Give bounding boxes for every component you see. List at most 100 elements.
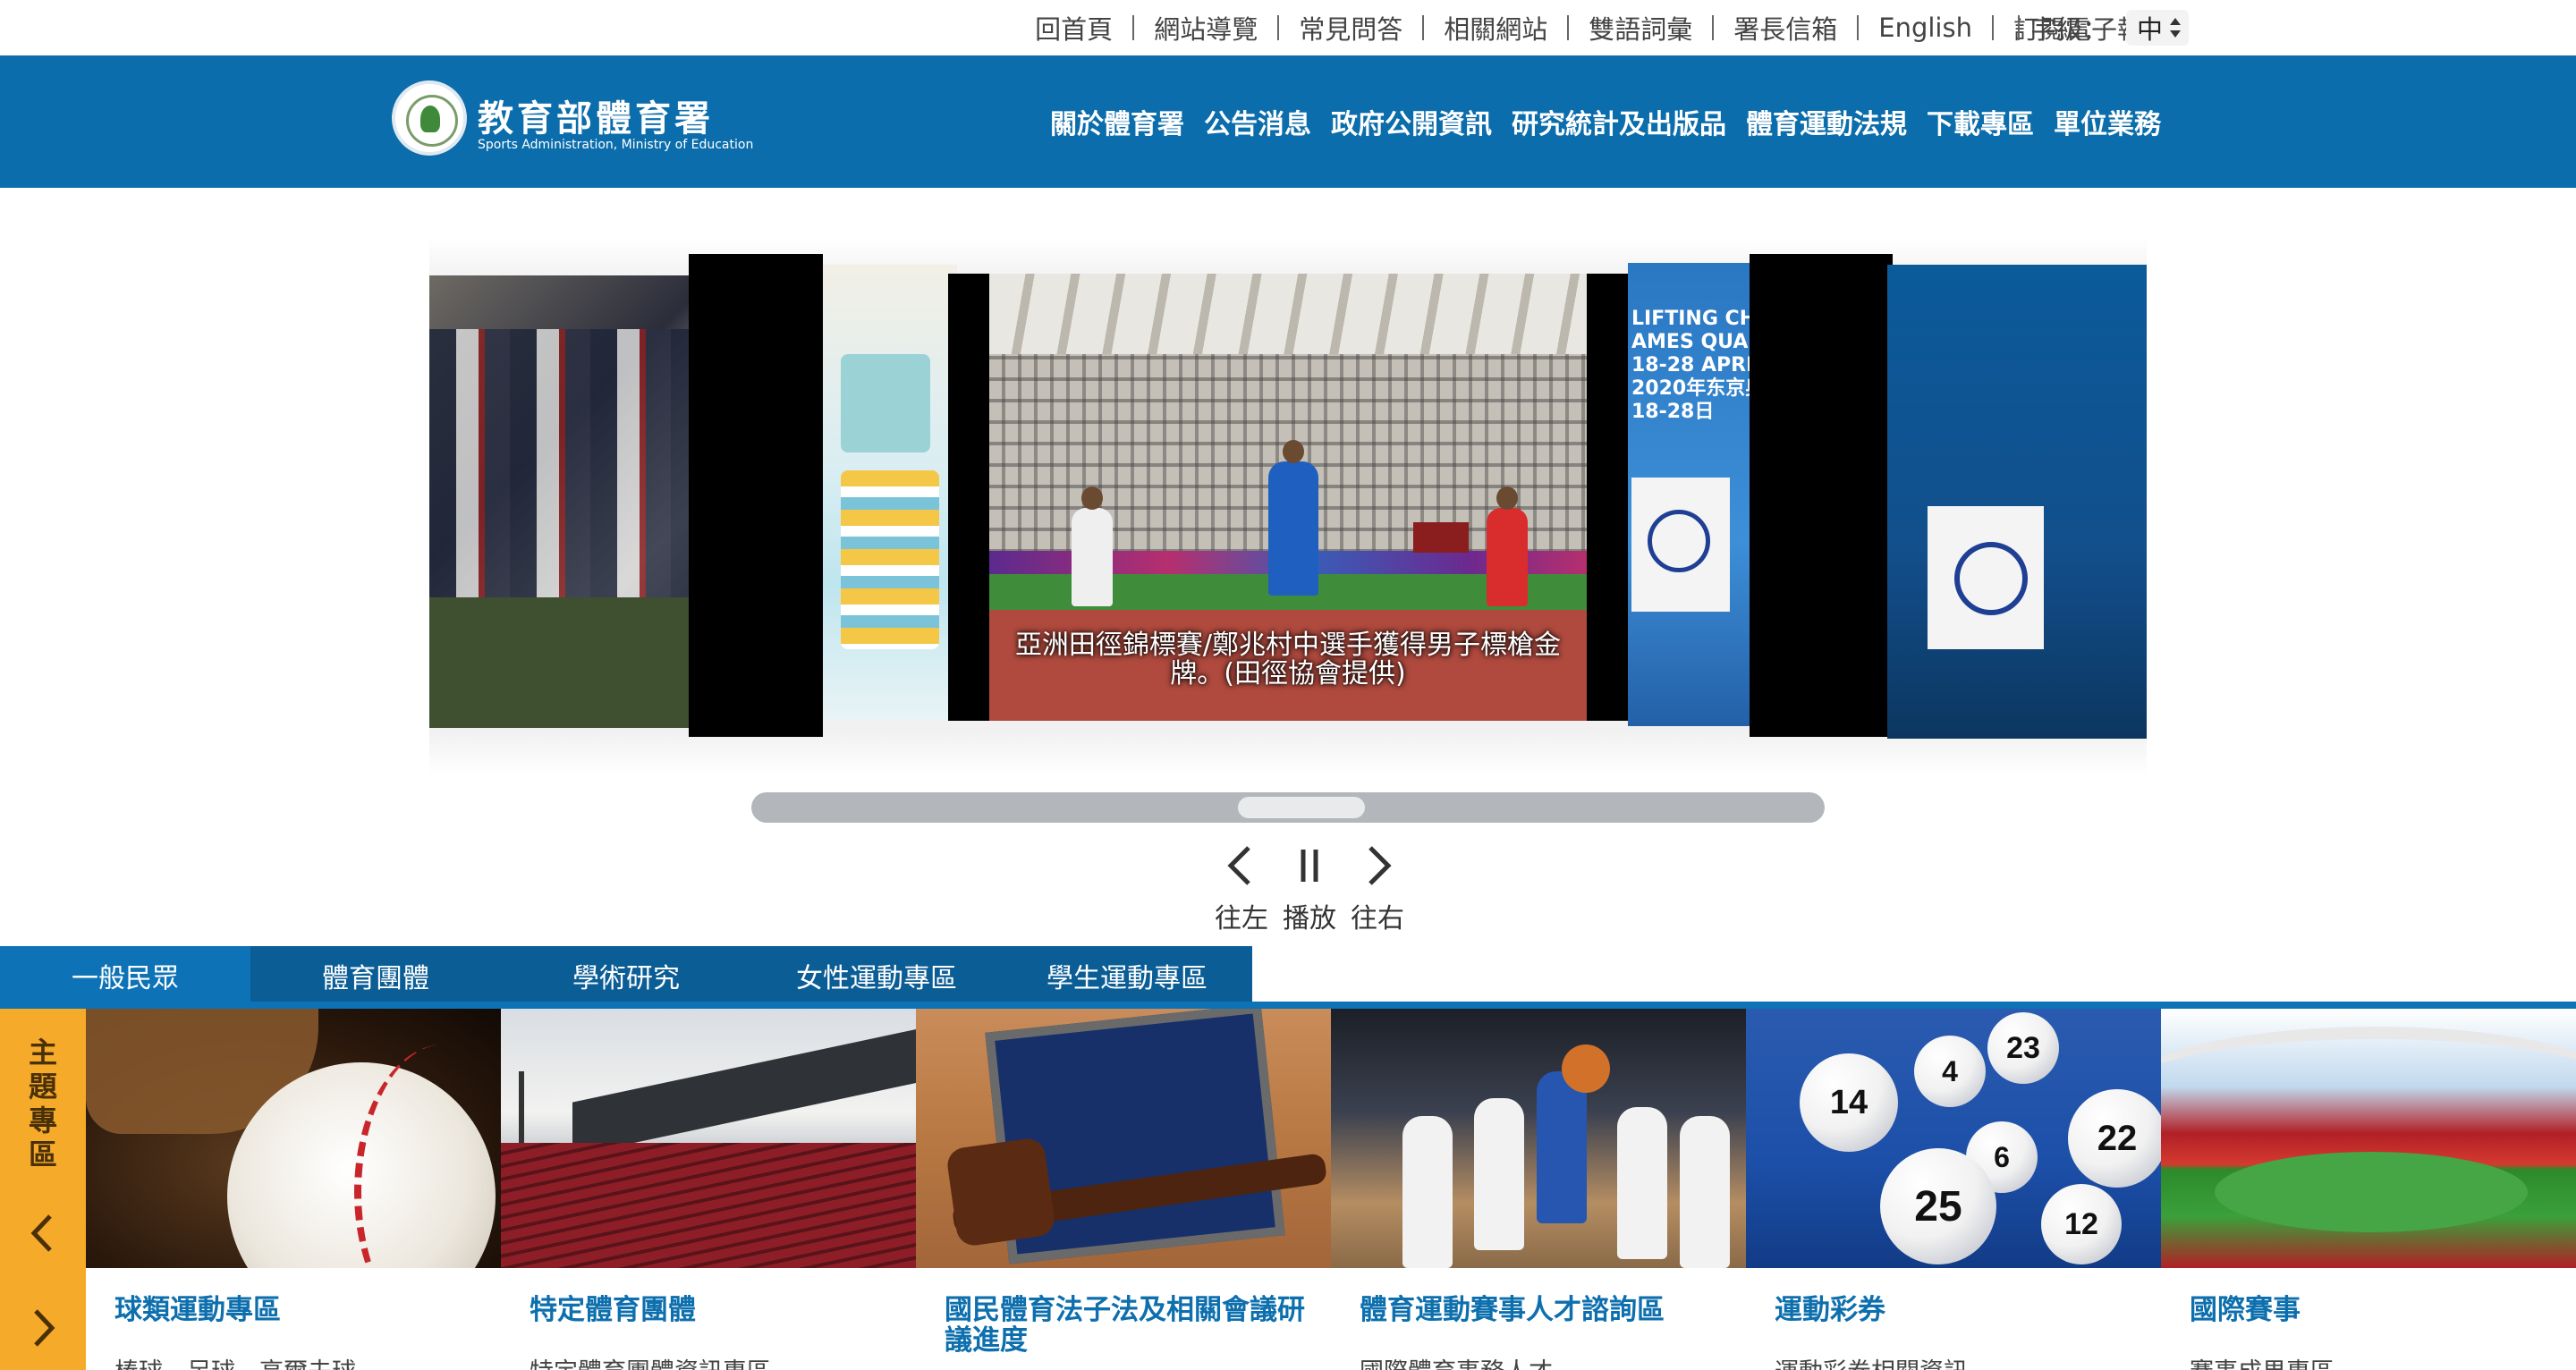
link-related-sites[interactable]: 相關網站	[1424, 9, 1567, 47]
next-button[interactable]: 往右	[1343, 839, 1411, 937]
slide-brochure[interactable]	[823, 265, 957, 721]
slide-dark-panel	[689, 254, 823, 737]
stadium-roof	[989, 274, 1587, 354]
stadium-seats	[501, 1143, 916, 1268]
main-nav: 關於體育署 公告消息 政府公開資訊 研究統計及出版品 體育運動法規 下載專區 單…	[1050, 55, 2181, 188]
topic-title: 體育運動賽事人才諮詢區	[1360, 1294, 1665, 1326]
topics-sidebar: 主題專區	[0, 1009, 86, 1370]
stadium-image	[501, 1009, 916, 1268]
lotto-ball: 25	[1880, 1148, 1996, 1264]
team-photo	[429, 329, 689, 597]
athlete-head	[1496, 486, 1518, 510]
player-shape	[1474, 1098, 1524, 1250]
nav-regulations[interactable]: 體育運動法規	[1746, 102, 1907, 141]
font-size-select[interactable]: 中	[2126, 10, 2190, 46]
athlete-gold	[1268, 461, 1318, 596]
nav-gov-info[interactable]: 政府公開資訊	[1331, 102, 1492, 141]
font-size-control: 字級： 中	[2018, 0, 2190, 55]
topic-cards: 球類運動專區 棒球 足球 高爾夫球 特定體育團體 特定體育團體資訊專區 國民體育…	[86, 1009, 2576, 1370]
photo-carousel: 亞洲田徑錦標賽/鄭兆村中選手獲得男子標槍金牌。(田徑協會提供) LIFTING …	[429, 238, 2147, 774]
site-logo[interactable]: 教育部體育署 Sports Administration, Ministry o…	[392, 80, 753, 163]
link-sitemap[interactable]: 網站導覽	[1134, 9, 1277, 47]
next-label: 往右	[1351, 903, 1404, 934]
gavel-scales-image	[916, 1009, 1331, 1268]
tab-general-public[interactable]: 一般民眾	[0, 946, 250, 1005]
topics-next-button[interactable]	[23, 1306, 63, 1350]
tab-sports-groups[interactable]: 體育團體	[250, 946, 501, 1005]
select-arrows-icon	[2169, 17, 2182, 38]
lotto-ball: 4	[1914, 1036, 1986, 1107]
grandstand-roof	[572, 1022, 916, 1156]
topic-subtitle: 棒球 足球 高爾夫球	[114, 1352, 490, 1370]
logo-title: 教育部體育署	[478, 98, 714, 140]
topic-card-sports-law[interactable]: 國民體育法子法及相關會議研議進度	[916, 1009, 1331, 1370]
play-pause-button[interactable]: 播放	[1275, 839, 1343, 937]
topics-prev-button[interactable]	[23, 1211, 63, 1256]
topic-subtitle: 運動彩券相關資訊	[1775, 1352, 2150, 1370]
nav-announcements[interactable]: 公告消息	[1204, 102, 1311, 141]
athlete-silver	[1072, 508, 1113, 606]
pause-icon	[1301, 850, 1318, 882]
font-size-value: 中	[2137, 14, 2164, 45]
player-shape	[1680, 1116, 1730, 1268]
topic-card-ball-sports[interactable]: 球類運動專區 棒球 足球 高爾夫球	[86, 1009, 501, 1370]
emblem-icon	[392, 80, 467, 156]
slide-dark-panel	[1750, 254, 1893, 737]
prev-button[interactable]: 往左	[1208, 839, 1275, 937]
separator	[2018, 15, 2020, 40]
utility-links: 回首頁 網站導覽 常見問答 相關網站 雙語詞彙 署長信箱 English 訂閱電…	[1015, 0, 2163, 55]
topic-card-sports-lottery[interactable]: 23 14 4 22 6 25 12 運動彩券 運動彩券相關資訊	[1746, 1009, 2161, 1370]
slide-football-team[interactable]	[429, 275, 689, 728]
athlete-head	[1283, 440, 1304, 463]
carousel-scrollbar[interactable]	[751, 792, 1825, 823]
carousel-controls: 往左 播放 往右	[1208, 839, 1413, 937]
chevron-left-icon	[30, 1214, 52, 1252]
football-pitch	[2215, 1152, 2528, 1232]
nav-research[interactable]: 研究統計及出版品	[1512, 102, 1726, 141]
lotto-ball: 14	[1800, 1053, 1898, 1152]
link-faq[interactable]: 常見問答	[1279, 9, 1422, 47]
pitch-grass	[429, 597, 689, 728]
topic-title: 國際賽事	[2190, 1294, 2301, 1326]
football-stadium-image	[2161, 1009, 2576, 1268]
topic-card-international-events[interactable]: 國際賽事 賽事成果專區	[2161, 1009, 2576, 1370]
topic-subtitle: 賽事成果專區	[2190, 1352, 2565, 1370]
brochure-illustration	[841, 354, 930, 452]
link-glossary[interactable]: 雙語詞彙	[1569, 9, 1712, 47]
prev-label: 往左	[1215, 903, 1268, 934]
utility-bar: 回首頁 網站導覽 常見問答 相關網站 雙語詞彙 署長信箱 English 訂閱電…	[0, 0, 2576, 55]
slide-weightlifting[interactable]: LIFTING CHA AMES QUALIF 18-28 APRIL 2020…	[1628, 263, 1750, 726]
link-director-mailbox[interactable]: 署長信箱	[1714, 9, 1857, 47]
topic-title: 運動彩券	[1775, 1294, 1885, 1326]
link-home[interactable]: 回首頁	[1015, 9, 1132, 47]
nav-downloads[interactable]: 下載專區	[1927, 102, 2034, 141]
play-label: 播放	[1283, 903, 1336, 934]
topic-title: 球類運動專區	[114, 1294, 281, 1326]
slide-current-javelin[interactable]: 亞洲田徑錦標賽/鄭兆村中選手獲得男子標槍金牌。(田徑協會提供)	[989, 274, 1587, 721]
carousel-scroll-thumb[interactable]	[1238, 797, 1365, 818]
slide-dark-panel	[1587, 274, 1628, 721]
link-english[interactable]: English	[1859, 13, 1992, 43]
slide-weightlifting-podium[interactable]	[1887, 265, 2147, 739]
player-shape	[1402, 1116, 1453, 1268]
chevron-left-icon	[1227, 846, 1250, 885]
lotto-ball: 23	[1987, 1012, 2059, 1084]
font-size-label: 字級：	[2030, 14, 2109, 45]
topics-label: 主題專區	[28, 1036, 57, 1171]
player-shape	[1617, 1107, 1667, 1259]
tab-academic-research[interactable]: 學術研究	[501, 946, 751, 1005]
slide-dark-panel	[948, 274, 989, 721]
chevron-right-icon	[1368, 846, 1392, 885]
slide-caption: 亞洲田徑錦標賽/鄭兆村中選手獲得男子標槍金牌。(田徑協會提供)	[1014, 630, 1562, 689]
topic-card-sports-groups[interactable]: 特定體育團體 特定體育團體資訊專區	[501, 1009, 916, 1370]
lotto-ball: 12	[2041, 1184, 2122, 1264]
tab-women-sports[interactable]: 女性運動專區	[751, 946, 1002, 1005]
olympic-flag	[1928, 506, 2044, 649]
player-shape	[1537, 1071, 1587, 1223]
tab-student-sports[interactable]: 學生運動專區	[1002, 946, 1252, 1005]
nav-about[interactable]: 關於體育署	[1050, 102, 1184, 141]
logo-subtitle: Sports Administration, Ministry of Educa…	[478, 138, 754, 152]
topic-card-event-talent[interactable]: 體育運動賽事人才諮詢區 國際體育事務人才	[1331, 1009, 1746, 1370]
weightlifting-banner-text: LIFTING CHA AMES QUALIF 18-28 APRIL 2020…	[1631, 308, 1750, 423]
nav-services[interactable]: 單位業務	[2054, 102, 2161, 141]
